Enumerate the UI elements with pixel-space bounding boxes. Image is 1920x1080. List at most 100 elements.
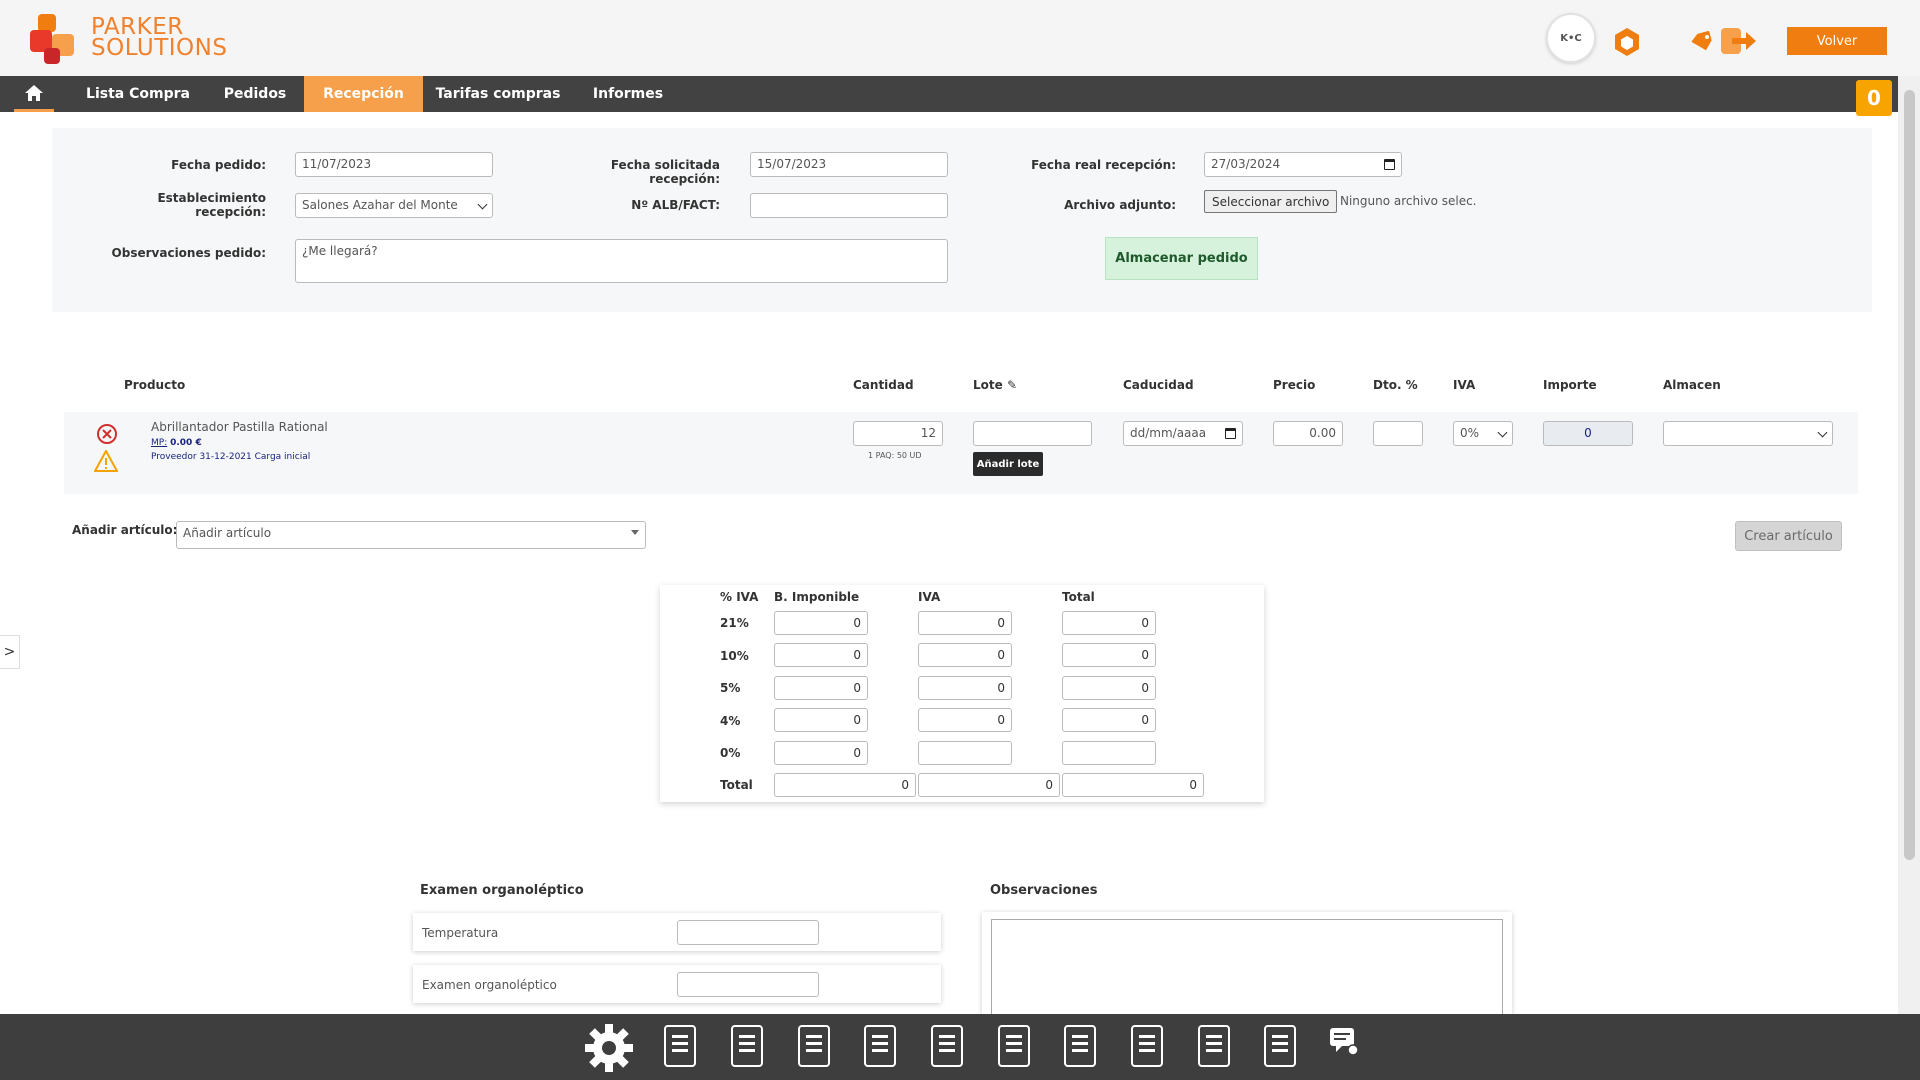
examen-input[interactable] <box>677 972 819 997</box>
establecimiento-select[interactable]: Salones Azahar del Monte <box>295 193 493 218</box>
col-iva: IVA <box>1453 378 1476 392</box>
tax-total-4: 0 <box>1062 708 1156 732</box>
precio-input[interactable]: 0.00 <box>1273 421 1343 446</box>
gear-icon[interactable] <box>582 1024 636 1074</box>
tax-header-total: Total <box>1062 590 1095 604</box>
caducidad-placeholder: dd/mm/aaaa <box>1130 426 1207 440</box>
select-file-button[interactable]: Seleccionar archivo <box>1204 190 1338 213</box>
observaciones-pedido-textarea[interactable]: ¿Me llegará? <box>295 239 948 283</box>
headset-icon[interactable] <box>662 1024 698 1068</box>
tax-rate-5: 5% <box>720 681 741 695</box>
avatar[interactable]: K•C <box>1546 13 1596 63</box>
handshake-icon[interactable] <box>729 1024 765 1068</box>
nav-tarifas-compras[interactable]: Tarifas compras <box>432 76 564 112</box>
tax-header-iva: IVA <box>918 590 941 604</box>
tax-total-21: 0 <box>1062 611 1156 635</box>
logout-icon[interactable] <box>1720 26 1758 56</box>
lote-input[interactable] <box>973 421 1092 446</box>
sidebar-toggle[interactable]: > <box>0 635 20 669</box>
tax-total-5: 0 <box>1062 676 1156 700</box>
mobile-icon[interactable] <box>1129 1024 1165 1068</box>
tax-rate-21: 21% <box>720 616 749 630</box>
add-lote-button[interactable]: Añadir lote <box>973 452 1043 476</box>
add-article-label: Añadir artículo: <box>72 523 178 537</box>
chevron-down-icon <box>1817 427 1828 438</box>
marker-icon[interactable] <box>929 1024 965 1068</box>
product-name: Abrillantador Pastilla Rational <box>151 420 328 434</box>
warning-icon <box>94 450 118 472</box>
cantidad-input[interactable]: 12 <box>853 421 943 446</box>
organoleptic-title: Examen organoléptico <box>420 883 584 898</box>
col-precio: Precio <box>1273 378 1316 392</box>
tax-total-0 <box>1062 741 1156 765</box>
tax-iva-0 <box>918 741 1012 765</box>
remove-icon[interactable] <box>96 423 118 445</box>
fecha-real-value: 27/03/2024 <box>1211 157 1281 171</box>
tax-header-base: B. Imponible <box>774 590 860 604</box>
chart-icon[interactable] <box>1262 1024 1298 1068</box>
store-order-button[interactable]: Almacenar pedido <box>1105 237 1258 280</box>
tax-rate-0: 0% <box>720 746 741 760</box>
fecha-pedido-input[interactable]: 11/07/2023 <box>295 152 493 177</box>
establecimiento-value: Salones Azahar del Monte <box>302 198 458 212</box>
tax-base-4: 0 <box>774 708 868 732</box>
add-article-placeholder: Añadir artículo <box>183 526 272 540</box>
cart-count-badge[interactable]: 0 <box>1856 80 1892 116</box>
scrollbar-thumb[interactable] <box>1904 90 1915 860</box>
fecha-solicitada-input[interactable]: 15/07/2023 <box>750 152 948 177</box>
product-mp: MP: 0.00 € <box>151 438 202 448</box>
file-status-text: Ninguno archivo selec. <box>1340 194 1477 208</box>
observaciones-textarea[interactable] <box>991 919 1503 1014</box>
nav-recepcion[interactable]: Recepción <box>304 76 423 112</box>
col-producto: Producto <box>124 378 186 392</box>
contacts-icon[interactable] <box>1062 1024 1098 1068</box>
tax-base-0: 0 <box>774 741 868 765</box>
caducidad-input[interactable]: dd/mm/aaaa <box>1123 421 1243 446</box>
logo-text: PARKER SOLUTIONS <box>91 14 228 61</box>
mp-value: 0.00 € <box>170 438 202 448</box>
temperatura-label: Temperatura <box>422 926 499 940</box>
fecha-pedido-label: Fecha pedido: <box>171 158 266 172</box>
tax-iva-10: 0 <box>918 643 1012 667</box>
create-article-button[interactable]: Crear artículo <box>1735 521 1842 551</box>
calendar-icon[interactable] <box>1225 428 1236 439</box>
cart-icon[interactable] <box>996 1024 1032 1068</box>
tax-base-10: 0 <box>774 643 868 667</box>
alb-fact-label: Nº ALB/FACT: <box>631 198 720 212</box>
col-lote-label: Lote <box>973 378 1003 392</box>
tax-total-total: 0 <box>1062 773 1204 797</box>
pen-icon[interactable] <box>862 1024 898 1068</box>
temperatura-input[interactable] <box>677 920 819 945</box>
col-lote: Lote ✎ <box>973 378 1017 392</box>
hexagon-icon[interactable] <box>1612 27 1642 57</box>
main-nav: Lista Compra Pedidos Recepción Tarifas c… <box>0 76 1898 112</box>
tax-rate-10: 10% <box>720 649 749 663</box>
nav-informes[interactable]: Informes <box>584 76 672 112</box>
back-button[interactable]: Volver <box>1787 27 1887 55</box>
nav-home[interactable] <box>14 76 54 112</box>
tax-total-iva: 0 <box>918 773 1060 797</box>
dto-input[interactable] <box>1373 421 1423 446</box>
tag-icon[interactable] <box>1690 31 1714 55</box>
top-header: PARKER SOLUTIONS K•C Volver <box>0 0 1920 76</box>
chevron-right-icon: > <box>3 644 16 660</box>
nav-pedidos[interactable]: Pedidos <box>214 76 296 112</box>
edit-icon[interactable]: ✎ <box>1007 378 1017 392</box>
cutlery-icon[interactable] <box>796 1024 832 1068</box>
iva-value: 0% <box>1460 426 1480 440</box>
tax-rate-4: 4% <box>720 714 741 728</box>
establecimiento-label: Establecimiento recepción: <box>157 191 266 219</box>
nav-lista-compra[interactable]: Lista Compra <box>72 76 204 112</box>
mp-link[interactable]: MP: <box>151 438 167 448</box>
iva-select[interactable]: 0% <box>1453 421 1513 446</box>
chat-icon[interactable] <box>1328 1026 1360 1058</box>
tax-iva-4: 0 <box>918 708 1012 732</box>
calendar-icon[interactable] <box>1384 159 1395 170</box>
alb-fact-input[interactable] <box>750 193 948 218</box>
fecha-real-input[interactable]: 27/03/2024 <box>1204 152 1402 177</box>
col-importe: Importe <box>1543 378 1597 392</box>
euro-icon[interactable] <box>1196 1024 1232 1068</box>
parker-logo <box>30 14 80 64</box>
add-article-select[interactable]: Añadir artículo <box>176 521 646 549</box>
almacen-select[interactable] <box>1663 421 1833 446</box>
